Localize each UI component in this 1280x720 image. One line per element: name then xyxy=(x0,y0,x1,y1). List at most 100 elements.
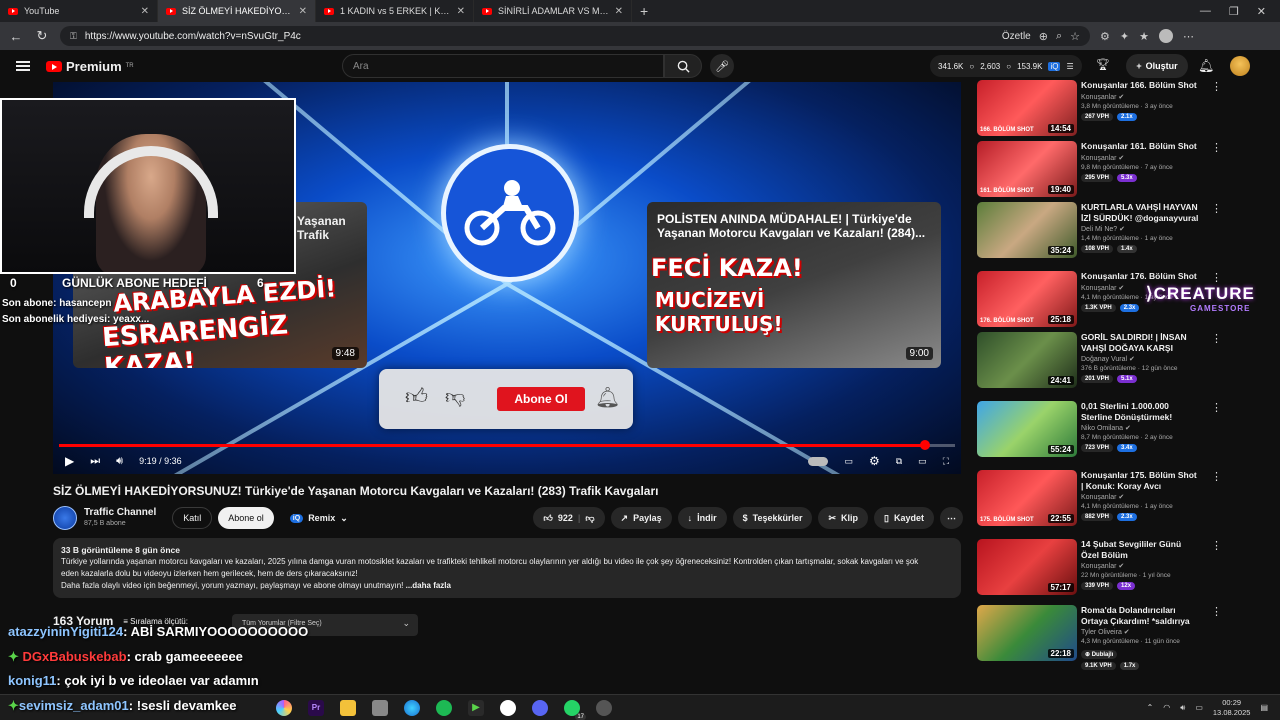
wifi-icon[interactable]: ◠ xyxy=(1163,703,1170,712)
spotify-icon[interactable] xyxy=(436,699,452,716)
close-window-icon[interactable]: ✕ xyxy=(1257,5,1266,18)
trophy-icon[interactable]: 🏆︎ xyxy=(1096,58,1110,71)
video-title[interactable]: GORİL SALDIRDI! | İNSAN VAHŞİ DOĞAYA KAR… xyxy=(1081,332,1201,353)
obs-icon[interactable] xyxy=(596,699,612,716)
video-thumbnail[interactable]: 175. BÖLÜM SHOT 22:55 xyxy=(977,470,1077,526)
more-options-icon[interactable]: ⋮ xyxy=(1211,202,1222,215)
search-input[interactable]: Ara xyxy=(342,54,664,78)
video-thumbnail[interactable]: 24:41 xyxy=(977,332,1077,388)
overlay-subscribe-button[interactable]: Abone Ol xyxy=(497,387,585,411)
subtitles-icon[interactable]: ▭ xyxy=(844,456,853,467)
speaker-icon[interactable]: 🔊︎ xyxy=(1180,703,1185,713)
browser-menu-icon[interactable]: ⋯ xyxy=(1183,30,1194,43)
related-video-item[interactable]: 175. BÖLÜM SHOT 22:55 Konuşanlar 175. Bölü… xyxy=(977,470,1267,530)
channel-name[interactable]: Tyler Oliveira ✔ xyxy=(1081,628,1201,636)
video-title[interactable]: 0,01 Sterlini 1.000.000 Sterline Dönüştü… xyxy=(1081,401,1201,422)
miniplayer-icon[interactable]: ⧉ xyxy=(896,456,902,467)
channel-name[interactable]: Konuşanlar ✔ xyxy=(1081,154,1201,162)
end-screen-video-right[interactable]: POLİSTEN ANINDA MÜDAHALE! | Türkiye'de Y… xyxy=(647,202,941,368)
more-actions-button[interactable]: ⋯ xyxy=(940,507,963,529)
close-tab-icon[interactable]: ✕ xyxy=(141,6,149,17)
more-options-icon[interactable]: ⋮ xyxy=(1211,401,1222,414)
notifications-icon[interactable]: ▤ xyxy=(1260,703,1268,712)
search-button[interactable] xyxy=(664,54,702,78)
video-thumbnail[interactable]: 176. BÖLÜM SHOT 25:18 xyxy=(977,271,1077,327)
voice-search-mic-icon[interactable]: 🎤︎ xyxy=(710,54,734,78)
more-options-icon[interactable]: ⋮ xyxy=(1211,141,1222,154)
channel-name[interactable]: Deli Mi Ne? ✔ xyxy=(1081,225,1201,233)
reload-icon[interactable]: ↻ xyxy=(34,28,50,44)
bookmark-star-icon[interactable]: ☆ xyxy=(1070,30,1080,43)
back-arrow-icon[interactable]: ← xyxy=(8,29,24,44)
close-tab-icon[interactable]: ✕ xyxy=(457,6,465,17)
create-button[interactable]: + Oluştur xyxy=(1126,54,1188,78)
battery-icon[interactable]: ▭ xyxy=(1195,703,1203,712)
minimize-icon[interactable]: — xyxy=(1200,5,1211,18)
subscribe-button[interactable]: Abone ol xyxy=(218,507,274,529)
summarize-button[interactable]: Özetle xyxy=(1002,31,1031,42)
show-more-link[interactable]: ...daha fazla xyxy=(406,581,451,590)
join-button[interactable]: Katıl xyxy=(172,507,213,529)
zoom-icon[interactable]: ⌕ xyxy=(1056,30,1062,43)
channel-name[interactable]: Konuşanlar ✔ xyxy=(1081,93,1201,101)
video-title[interactable]: KURTLARLA VAHŞİ HAYVAN İZİ SÜRDÜK! @doga… xyxy=(1081,202,1201,223)
app-icon[interactable] xyxy=(372,699,388,716)
related-video-item[interactable]: 24:41 GORİL SALDIRDI! | İNSAN VAHŞİ DOĞAY… xyxy=(977,332,1267,392)
thanks-button[interactable]: $ Teşekkürler xyxy=(732,507,813,529)
browser-tab-kiyafetler[interactable]: 1 KADIN vs 5 ERKEK | KIYAFETLER✕ xyxy=(316,0,474,22)
translate-icon[interactable]: ⊕ xyxy=(1039,30,1048,43)
notifications-bell-icon[interactable]: 🔔︎ xyxy=(1198,58,1215,74)
copilot-icon[interactable] xyxy=(276,699,292,716)
related-video-item[interactable]: 57:17 14 Şubat Sevgililer Günü Özel Bölüm… xyxy=(977,539,1267,599)
video-thumbnail[interactable]: 35:24 xyxy=(977,202,1077,258)
browser-tab-current[interactable]: SİZ ÖLMEYİ HAKEDİYORSUNUZ! T✕ xyxy=(158,0,316,22)
puzzle-extensions-icon[interactable]: ✦ xyxy=(1120,30,1129,43)
vidiq-icon[interactable]: iQ xyxy=(1048,61,1061,71)
remix-button[interactable]: iQ Remix ⌄ xyxy=(280,507,358,529)
save-button[interactable]: ▯ Kaydet xyxy=(874,507,934,529)
theater-mode-icon[interactable]: ▭ xyxy=(918,456,927,467)
more-options-icon[interactable]: ⋮ xyxy=(1211,539,1222,552)
video-title[interactable]: Konuşanlar 166. Bölüm Shot xyxy=(1081,80,1201,91)
browser-tab-youtube[interactable]: YouTube ✕ xyxy=(0,0,158,22)
related-video-item[interactable]: 166. BÖLÜM SHOT 14:54 Konuşanlar 166. Bölü… xyxy=(977,80,1267,140)
video-title[interactable]: Roma'da Dolandırıcıları Ortaya Çıkardım!… xyxy=(1081,605,1201,626)
more-options-icon[interactable]: ⋮ xyxy=(1211,80,1222,93)
progress-knob[interactable] xyxy=(919,440,930,450)
video-title[interactable]: Konuşanlar 161. Bölüm Shot xyxy=(1081,141,1201,152)
like-button[interactable]: 👍︎ 922 | 👎︎ xyxy=(533,507,605,529)
progress-bar[interactable] xyxy=(59,440,955,450)
bell-icon[interactable]: 🔔︎ xyxy=(595,385,620,410)
whatsapp-icon[interactable]: 17 xyxy=(564,699,586,720)
channel-name[interactable]: Doğanay Vural ✔ xyxy=(1081,355,1201,363)
kick-icon[interactable]: ▶ xyxy=(468,699,484,716)
share-button[interactable]: ↗ Paylaş xyxy=(610,507,672,529)
related-video-item[interactable]: 55:24 0,01 Sterlini 1.000.000 Sterline Dö… xyxy=(977,401,1267,461)
video-thumbnail[interactable]: 22:18 xyxy=(977,605,1077,661)
play-icon[interactable]: ▶ xyxy=(65,454,74,468)
next-icon[interactable]: ⏭ xyxy=(90,455,100,468)
list-icon[interactable]: ☰ xyxy=(1066,62,1073,71)
close-tab-icon[interactable]: ✕ xyxy=(299,6,307,17)
favorites-icon[interactable]: ★ xyxy=(1139,30,1149,43)
site-info-icon[interactable]: ⚿ xyxy=(70,31,77,42)
more-options-icon[interactable]: ⋮ xyxy=(1211,470,1222,483)
edge-browser-icon[interactable] xyxy=(404,699,420,716)
settings-gear-icon[interactable]: ⚙ xyxy=(869,454,880,468)
browser-tab-sinirli[interactable]: SİNİRLİ ADAMLAR VS MOTORCU✕ xyxy=(474,0,632,22)
profile-avatar-icon[interactable] xyxy=(1158,29,1173,43)
more-options-icon[interactable]: ⋮ xyxy=(1211,332,1222,345)
volume-icon[interactable]: 🔊︎ xyxy=(116,455,123,468)
thumbs-down-icon[interactable]: 👎︎ xyxy=(445,385,465,409)
channel-avatar[interactable] xyxy=(53,506,77,530)
more-options-icon[interactable]: ⋮ xyxy=(1211,271,1222,284)
video-description[interactable]: 33 B görüntüleme 8 gün önce Türkiye yoll… xyxy=(53,538,961,598)
more-options-icon[interactable]: ⋮ xyxy=(1211,605,1222,618)
channel-name[interactable]: Traffic Channel xyxy=(84,507,156,518)
related-video-item[interactable]: 161. BÖLÜM SHOT 19:40 Konuşanlar 161. Bölü… xyxy=(977,141,1267,201)
related-video-item[interactable]: 35:24 KURTLARLA VAHŞİ HAYVAN İZİ SÜRDÜK! … xyxy=(977,202,1267,262)
thumbs-down-icon[interactable]: 👎︎ xyxy=(585,513,594,524)
fullscreen-icon[interactable]: ⛶ xyxy=(943,456,949,467)
account-avatar[interactable] xyxy=(1230,56,1250,76)
autoplay-toggle[interactable] xyxy=(808,456,829,466)
